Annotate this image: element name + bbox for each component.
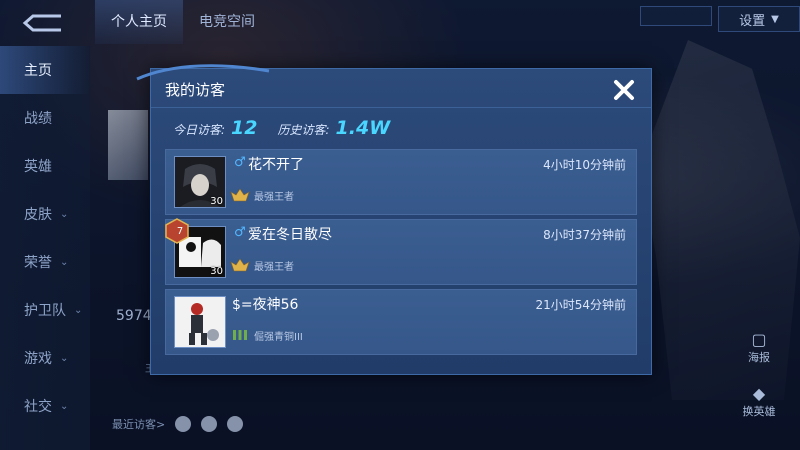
level-text: 30 xyxy=(210,266,223,277)
poster-icon: ▢ xyxy=(751,330,767,349)
male-icon: ♂ xyxy=(234,225,246,240)
honor-badge-number: 7 xyxy=(176,226,184,237)
list-item[interactable]: 30 ♂ 花不开了 4小时10分钟前 最强王者 xyxy=(165,149,637,215)
avatar xyxy=(175,416,192,432)
poster-label: 海报 xyxy=(748,351,770,364)
hero-icon: ◆ xyxy=(752,384,766,403)
visitor-name: $=夜神56 xyxy=(232,297,299,313)
level-text: 30 xyxy=(210,196,223,207)
recent-visitors-label: 最近访客> xyxy=(112,418,166,431)
sidebar-item-label: 荣誉 xyxy=(24,255,52,271)
poster-button[interactable]: ▢ 海报 xyxy=(734,330,784,365)
today-visitors-value: 12 xyxy=(231,117,258,139)
back-button[interactable] xyxy=(18,10,68,36)
rank-text: 倔强青铜III xyxy=(254,332,303,343)
sidebar-item-honor[interactable]: 荣誉 ⌄ xyxy=(0,238,90,286)
tab-personal-home[interactable]: 个人主页 xyxy=(95,0,183,44)
rank-text: 最强王者 xyxy=(254,192,294,203)
sidebar-item-label: 社交 xyxy=(24,399,52,415)
chevron-down-icon: ⌄ xyxy=(60,352,69,364)
chevron-down-icon: ▼ xyxy=(771,13,779,25)
profile-avatar xyxy=(108,110,148,180)
visitors-modal: 我的访客 今日访客: 12 历史访客: 1.4W 30 ♂ 花不开了 4小时10… xyxy=(136,64,652,375)
visitor-list: 30 ♂ 花不开了 4小时10分钟前 最强王者 30 7 ♂ 爱在冬日散尽 8小… xyxy=(165,149,637,359)
sidebar-item-label: 护卫队 xyxy=(24,303,66,319)
close-button[interactable] xyxy=(607,73,641,107)
change-hero-label: 换英雄 xyxy=(742,405,776,418)
avatar[interactable] xyxy=(174,296,226,348)
visit-summary: 今日访客: 12 历史访客: 1.4W xyxy=(173,117,404,139)
sidebar-item-heroes[interactable]: 英雄 xyxy=(0,142,90,190)
change-hero-button[interactable]: ◆ 换英雄 xyxy=(734,384,784,419)
modal-header: 我的访客 xyxy=(136,64,651,108)
avatar[interactable]: 30 xyxy=(174,156,226,208)
rank-text: 最强王者 xyxy=(254,262,294,273)
bronze-rank-icon xyxy=(233,330,247,340)
chevron-down-icon: ⌄ xyxy=(60,400,69,412)
sidebar-item-game[interactable]: 游戏 ⌄ xyxy=(0,334,90,382)
today-visitors-label: 今日访客: xyxy=(173,123,226,137)
settings-button[interactable]: 设置 ▼ xyxy=(718,6,800,32)
sidebar-item-record[interactable]: 战绩 xyxy=(0,94,90,142)
chevron-down-icon: ⌄ xyxy=(60,208,69,220)
sidebar-item-label: 主页 xyxy=(24,63,52,79)
currency-box xyxy=(640,6,712,26)
sidebar-item-social[interactable]: 社交 ⌄ xyxy=(0,382,90,430)
visitor-name: 花不开了 xyxy=(248,157,304,173)
sidebar-item-skins[interactable]: 皮肤 ⌄ xyxy=(0,190,90,238)
avatar-image xyxy=(175,297,225,347)
list-item[interactable]: 30 7 ♂ 爱在冬日散尽 8小时37分钟前 最强王者 xyxy=(165,218,637,285)
sidebar-item-label: 英雄 xyxy=(24,159,52,175)
chevron-down-icon: ⌄ xyxy=(60,256,69,268)
sidebar: 主页 战绩 英雄 皮肤 ⌄ 荣誉 ⌄ 护卫队 ⌄ 游戏 ⌄ 社交 ⌄ xyxy=(0,46,90,450)
sidebar-item-label: 游戏 xyxy=(24,351,52,367)
top-tabs: 个人主页 电竞空间 xyxy=(95,0,271,44)
recent-visitors-link[interactable]: 最近访客> xyxy=(112,416,244,432)
chevron-down-icon: ⌄ xyxy=(74,304,83,316)
king-rank-icon xyxy=(230,188,250,202)
list-item[interactable]: $=夜神56 21小时54分钟前 倔强青铜III xyxy=(165,289,637,355)
avatar xyxy=(227,416,244,432)
settings-label: 设置 xyxy=(739,13,766,29)
visit-time: 8小时37分钟前 xyxy=(543,228,626,242)
modal-title: 我的访客 xyxy=(165,81,226,99)
history-visitors-label: 历史访客: xyxy=(277,123,330,137)
visit-time: 4小时10分钟前 xyxy=(543,158,626,172)
sidebar-item-label: 战绩 xyxy=(24,111,52,127)
sidebar-item-home[interactable]: 主页 xyxy=(0,46,90,94)
back-arrow-icon xyxy=(22,14,61,32)
male-icon: ♂ xyxy=(234,155,246,170)
history-visitors-value: 1.4W xyxy=(335,117,391,139)
king-rank-icon xyxy=(230,258,250,272)
sidebar-item-guard-team[interactable]: 护卫队 ⌄ xyxy=(0,286,90,334)
sidebar-item-label: 皮肤 xyxy=(24,207,52,223)
visit-time: 21小时54分钟前 xyxy=(535,298,626,312)
avatar xyxy=(201,416,218,432)
close-icon xyxy=(614,80,634,100)
stat-big-number: 5974 xyxy=(116,308,152,324)
visitor-name: 爱在冬日散尽 xyxy=(248,227,332,243)
tab-esports-space[interactable]: 电竞空间 xyxy=(183,0,271,44)
